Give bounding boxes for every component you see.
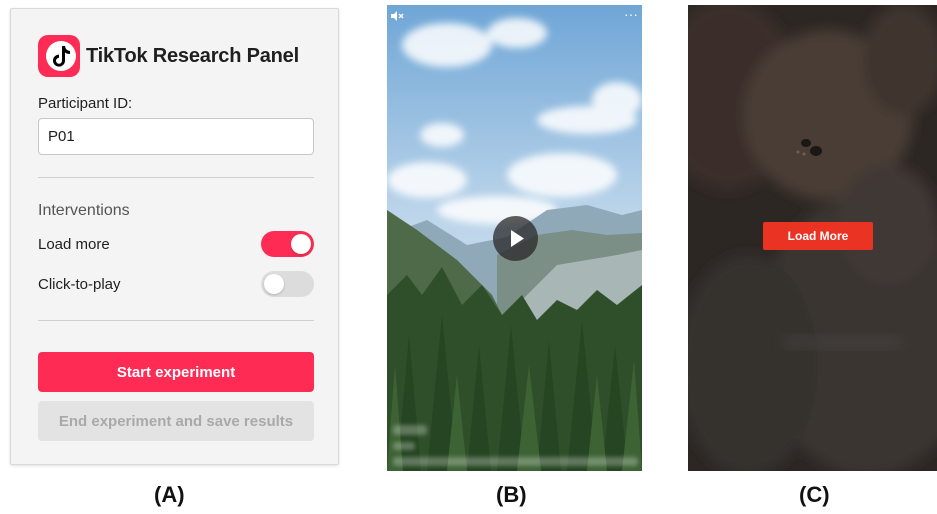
more-options-icon[interactable]: ··· [624,6,638,22]
play-icon [511,230,524,247]
load-more-button[interactable]: Load More [763,222,873,250]
blurred-caption [393,442,415,450]
load-more-label: Load more [38,236,110,253]
click-to-play-label: Click-to-play [38,276,121,293]
app-title: TikTok Research Panel [86,45,299,67]
caption-b: (B) [496,482,527,507]
start-experiment-button[interactable]: Start experiment [38,352,314,392]
blurred-caption [393,425,427,435]
caption-a: (A) [154,482,185,507]
research-panel: TikTok Research Panel Participant ID: In… [10,8,339,465]
caption-c: (C) [799,482,830,507]
toggle-knob [264,274,284,294]
muted-speaker-icon[interactable] [390,10,404,22]
blurred-caption [393,457,638,466]
divider [38,320,314,321]
play-button[interactable] [493,216,538,261]
tiktok-logo-icon [38,35,80,77]
interventions-heading: Interventions [38,202,130,219]
end-experiment-button[interactable]: End experiment and save results [38,401,314,441]
participant-id-input[interactable] [38,118,314,155]
participant-id-label: Participant ID: [38,95,133,112]
load-more-toggle[interactable] [261,231,314,257]
video-feed-overlay: Load More [688,5,937,471]
divider [38,177,314,178]
video-player[interactable]: ··· [387,5,642,471]
toggle-knob [291,234,311,254]
click-to-play-toggle[interactable] [261,271,314,297]
